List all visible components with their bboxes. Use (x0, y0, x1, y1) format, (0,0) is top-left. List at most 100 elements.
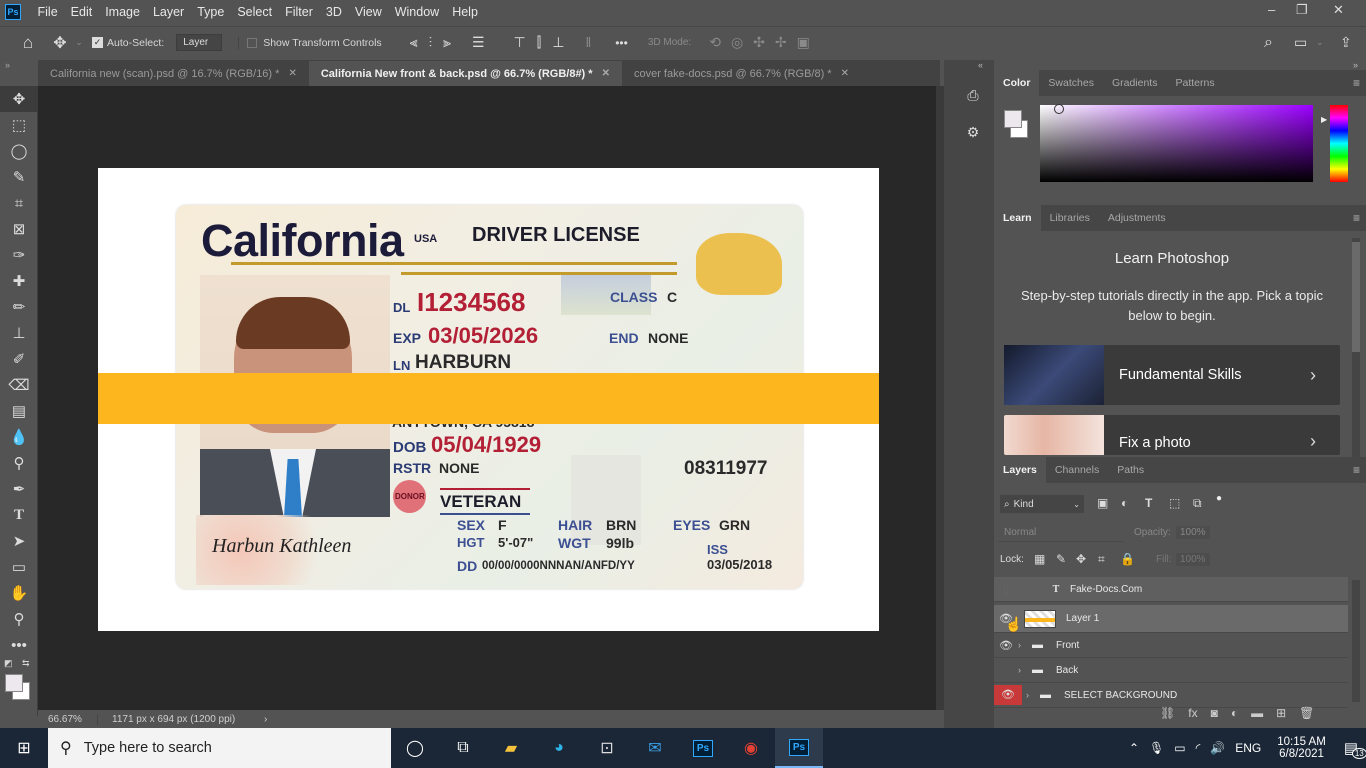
filter-toggle-icon[interactable]: ● (1216, 493, 1222, 504)
search-icon[interactable]: ⌕ (1264, 34, 1273, 52)
more-tools-icon[interactable]: ••• (0, 632, 38, 658)
quick-select-icon[interactable]: ✎ (0, 164, 38, 190)
filter-type-icon[interactable]: T (1145, 496, 1152, 510)
history-brush-icon[interactable]: ✐ (0, 346, 38, 372)
layer-name[interactable]: Front (1056, 640, 1079, 651)
filter-adjustment-icon[interactable]: ◐ (1121, 496, 1128, 510)
workspace-icon[interactable]: ▭ (1294, 34, 1307, 51)
tab-paths[interactable]: Paths (1108, 457, 1153, 483)
learn-scrollbar[interactable] (1352, 238, 1360, 458)
clock[interactable]: 10:15 AM 6/8/2021 (1277, 736, 1326, 760)
layer-name[interactable]: Back (1056, 665, 1078, 676)
filter-pixel-icon[interactable]: ▣ (1097, 496, 1108, 510)
layer-row-front[interactable]: 👁 › ▬ Front (994, 633, 1348, 658)
hue-slider-handle-icon[interactable]: ▶ (1321, 115, 1327, 124)
layer-row-layer-1[interactable]: 👁 Layer 1 (994, 605, 1348, 633)
filter-shape-icon[interactable]: ⬚ (1169, 496, 1180, 510)
tab-libraries[interactable]: Libraries (1041, 205, 1099, 231)
learn-card-fundamental-skills[interactable]: Fundamental Skills › (1004, 345, 1340, 405)
mail-icon[interactable]: ✉ (631, 728, 679, 768)
show-transform-checkbox[interactable]: Show Transform Controls (238, 36, 382, 49)
expand-toolbar-icon[interactable]: » (5, 60, 10, 70)
brush-icon[interactable]: ✏ (0, 294, 38, 320)
eyedropper-icon[interactable]: ✑ (0, 242, 38, 268)
adjustment-layer-icon[interactable]: ◐ (1231, 706, 1238, 720)
chrome-icon[interactable]: ◉ (727, 728, 775, 768)
distribute-v-icon[interactable]: ‖ (585, 34, 591, 51)
crop-icon[interactable]: ⌗ (0, 190, 38, 216)
visibility-toggle-off[interactable]: ▯ (994, 583, 1018, 596)
layer-row-fake-docs[interactable]: ▯ T Fake-Docs.Com (994, 577, 1348, 602)
properties-panel-icon[interactable]: ⚙ (956, 117, 990, 147)
photoshop-taskbar-icon-2[interactable]: Ps (775, 728, 823, 768)
align-middle-v-icon[interactable]: ⫿ (537, 34, 541, 51)
layer-name[interactable]: Layer 1 (1066, 613, 1099, 624)
close-tab-icon[interactable]: ✕ (288, 68, 296, 79)
menu-view[interactable]: View (348, 5, 388, 19)
auto-select-checkbox[interactable]: ✓ Auto-Select: (92, 37, 164, 49)
blur-icon[interactable]: 💧 (0, 424, 38, 450)
expand-group-chevron-icon[interactable]: › (1018, 665, 1032, 675)
color-field[interactable] (1040, 105, 1313, 182)
layer-1-yellow-stripe[interactable] (98, 373, 879, 424)
foreground-color-swatch[interactable] (5, 674, 23, 692)
photoshop-taskbar-icon-1[interactable]: Ps (679, 728, 727, 768)
align-top-icon[interactable]: ⊤ (514, 34, 526, 51)
link-layers-icon[interactable]: ⛓ (1160, 706, 1175, 720)
history-panel-icon[interactable]: ⎙ (956, 80, 990, 110)
expand-group-chevron-icon[interactable]: › (1026, 690, 1040, 700)
type-icon[interactable]: T (0, 502, 38, 528)
align-bottom-icon[interactable]: ⊥ (552, 34, 564, 51)
fill-input[interactable]: 100% (1176, 553, 1210, 566)
lock-position-icon[interactable]: ✥ (1076, 552, 1086, 566)
3d-orbit-icon[interactable]: ⟲ (709, 34, 721, 51)
layer-style-icon[interactable]: fx (1188, 706, 1197, 720)
show-hidden-icons-icon[interactable]: ⌃ (1129, 741, 1139, 755)
file-explorer-icon[interactable]: ▰ (487, 728, 535, 768)
gradient-icon[interactable]: ▤ (0, 398, 38, 424)
align-right-icon[interactable]: ⫸ (443, 34, 451, 51)
path-select-icon[interactable]: ➤ (0, 528, 38, 554)
menu-help[interactable]: Help (446, 5, 485, 19)
battery-icon[interactable]: ▭ (1174, 741, 1185, 755)
share-icon[interactable]: ⇪ (1340, 34, 1352, 51)
layer-filter-dropdown[interactable]: ⌕ Kind ⌄ (1000, 495, 1084, 513)
close-tab-icon[interactable]: ✕ (841, 68, 849, 79)
lasso-icon[interactable]: ◯ (0, 138, 38, 164)
canvas-area[interactable]: California USA DRIVER LICENSE DL I123456… (38, 86, 936, 710)
lock-all-icon[interactable]: 🔒 (1120, 552, 1135, 566)
hand-icon[interactable]: ✋ (0, 580, 38, 606)
cortana-icon[interactable]: ◯ (391, 728, 439, 768)
layers-scrollbar[interactable] (1352, 580, 1360, 702)
menu-edit[interactable]: Edit (64, 5, 99, 19)
add-mask-icon[interactable]: ◙ (1211, 706, 1218, 720)
frame-icon[interactable]: ⊠ (0, 216, 38, 242)
notifications-icon[interactable]: ▤ 13 (1344, 739, 1366, 759)
color-picker-handle[interactable] (1054, 104, 1064, 114)
panel-menu-icon[interactable]: ≡ (1353, 76, 1360, 90)
menu-file[interactable]: File (31, 5, 64, 19)
new-layer-icon[interactable]: ⊞ (1276, 706, 1286, 720)
lock-artboard-icon[interactable]: ⌗ (1098, 552, 1105, 567)
3d-scale-icon[interactable]: ▣ (797, 34, 810, 51)
menu-image[interactable]: Image (99, 5, 147, 19)
eraser-icon[interactable]: ⌫ (0, 372, 38, 398)
expand-group-chevron-icon[interactable]: › (1018, 640, 1032, 650)
menu-3d[interactable]: 3D (319, 5, 348, 19)
store-icon[interactable]: ⊡ (583, 728, 631, 768)
collapse-dock-icon[interactable]: « (978, 60, 983, 70)
auto-select-target-dropdown[interactable]: Layer (176, 34, 223, 51)
task-view-icon[interactable]: ⧉ (439, 728, 487, 768)
close-tab-icon[interactable]: ✕ (602, 68, 610, 79)
doc-tab-1[interactable]: California new (scan).psd @ 16.7% (RGB/1… (38, 61, 309, 86)
lock-transparent-icon[interactable]: ▦ (1034, 552, 1045, 566)
panel-menu-icon[interactable]: ≡ (1353, 463, 1360, 477)
tab-channels[interactable]: Channels (1046, 457, 1108, 483)
align-center-h-icon[interactable]: ⫶ (429, 34, 433, 51)
layer-name[interactable]: SELECT BACKGROUND (1064, 690, 1177, 701)
delete-layer-icon[interactable]: 🗑 (1299, 706, 1314, 720)
move-tool-icon[interactable]: ✥ (48, 33, 72, 53)
rectangle-icon[interactable]: ▭ (0, 554, 38, 580)
panel-foreground-swatch[interactable] (1004, 110, 1022, 128)
default-colors-icon[interactable]: ◩ (4, 658, 13, 669)
